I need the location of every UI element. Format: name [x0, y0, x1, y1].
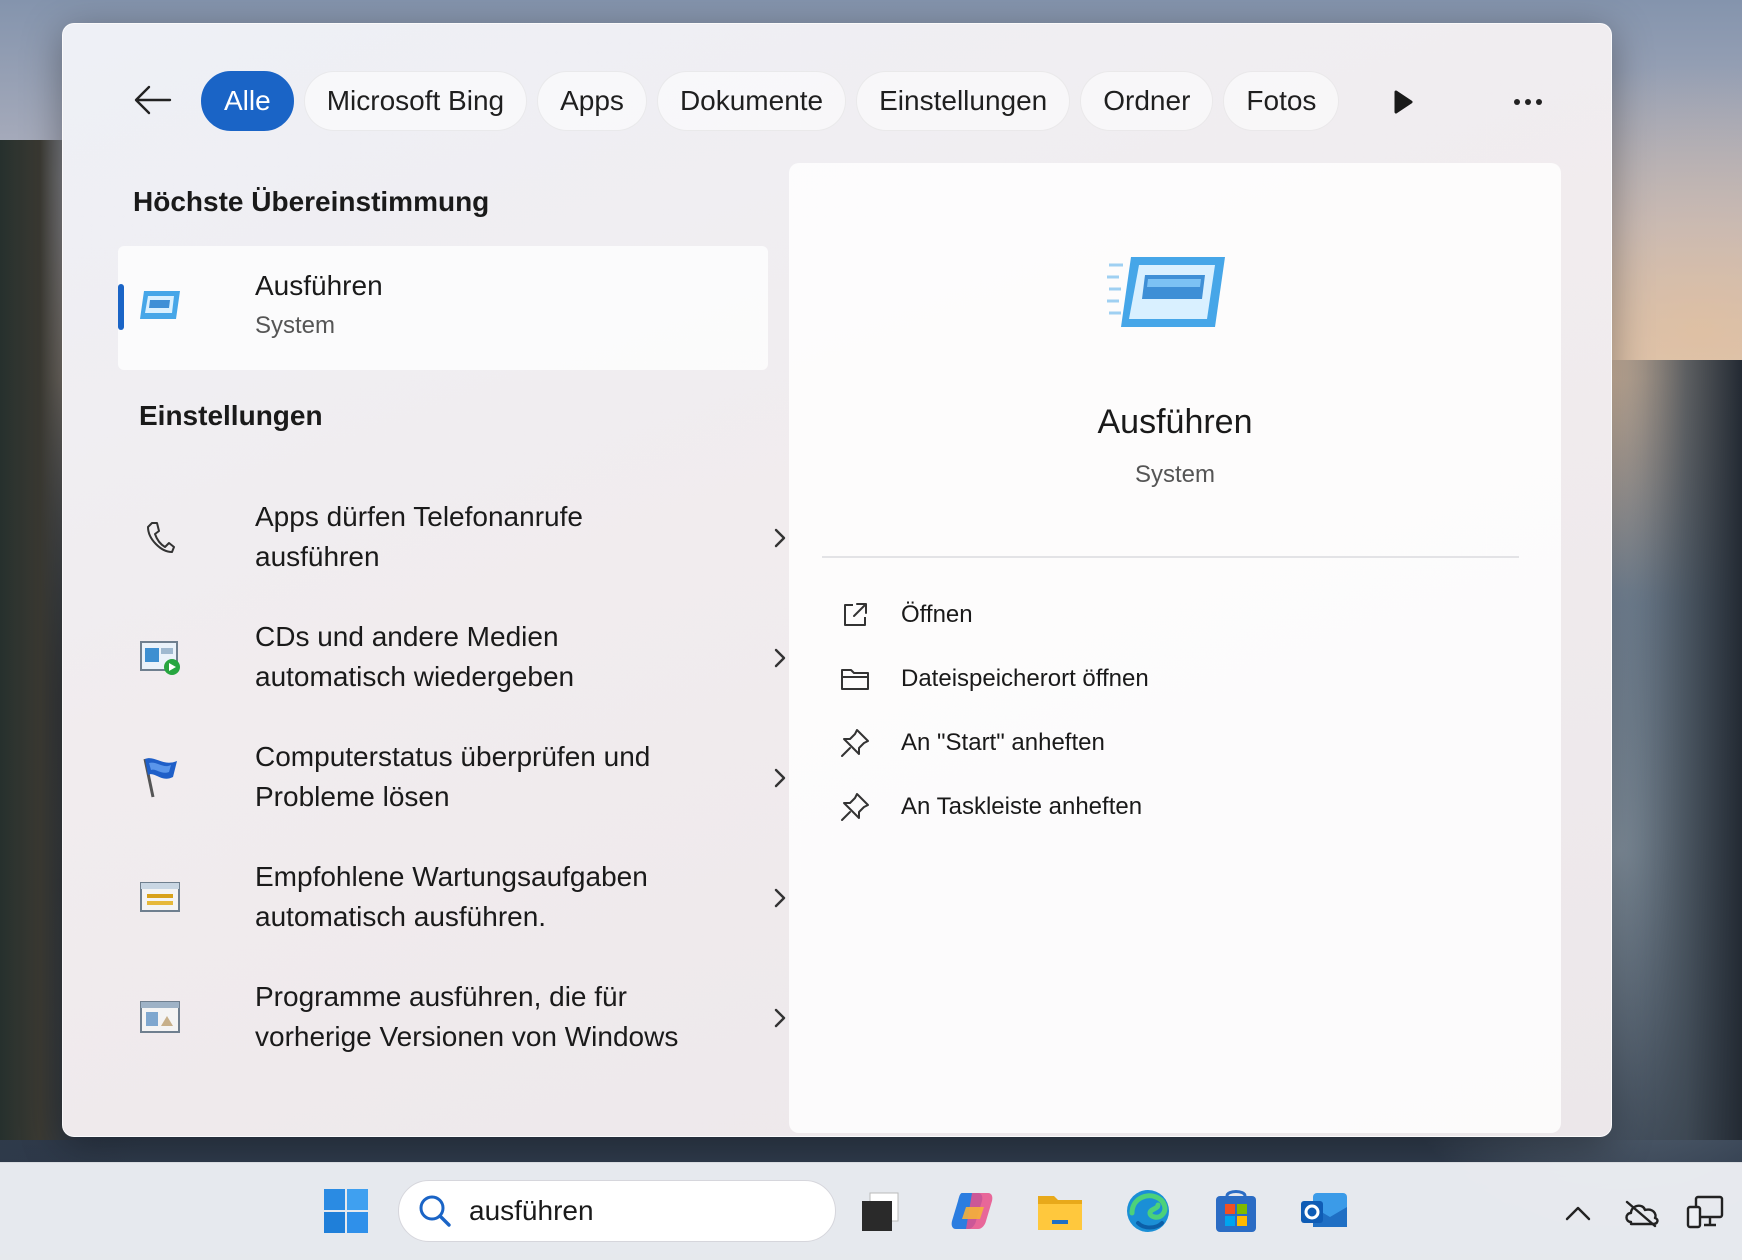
pin-to-start-label: An "Start" anheften [901, 729, 1105, 756]
settings-result-item[interactable]: CDs und andere Medien automatisch wieder… [118, 599, 798, 719]
filter-chip-apps[interactable]: Apps [537, 71, 647, 131]
pin-to-start-action[interactable]: An "Start" anheften [839, 711, 1439, 775]
run-dialog-icon [1107, 253, 1227, 338]
copilot-icon [951, 1193, 993, 1229]
settings-result-label: Apps dürfen Telefonanrufe ausführen [255, 501, 583, 572]
search-input[interactable] [469, 1195, 809, 1227]
play-arrow-icon [1394, 90, 1413, 114]
onedrive-status-button[interactable] [1620, 1191, 1664, 1235]
more-filters-button[interactable] [1385, 84, 1421, 120]
pin-to-taskbar-label: An Taskleiste anheften [901, 793, 1143, 820]
settings-result-label: CDs und andere Medien automatisch wieder… [255, 621, 575, 692]
detail-subtitle: System [1134, 461, 1215, 488]
folder-icon [839, 663, 871, 695]
filter-chip-fotos[interactable]: Fotos [1223, 71, 1340, 131]
onedrive-offline-icon [1625, 1200, 1659, 1228]
open-file-location-label: Dateispeicherort öffnen [901, 665, 1149, 692]
filter-chip-dokumente[interactable]: Dokumente [656, 71, 847, 131]
pin-to-taskbar-action[interactable]: An Taskleiste anheften [839, 775, 1439, 839]
file-explorer-button[interactable] [1030, 1181, 1090, 1241]
filter-chip-alle[interactable]: Alle [201, 71, 294, 131]
outlook-icon [1301, 1193, 1347, 1227]
edge-button[interactable] [1118, 1181, 1178, 1241]
outlook-button[interactable] [1294, 1181, 1354, 1241]
open-action[interactable]: Öffnen [839, 583, 1439, 647]
more-options-button[interactable] [1503, 84, 1553, 120]
back-arrow-icon [134, 85, 172, 115]
ellipsis-icon [1514, 99, 1542, 105]
selection-indicator [118, 284, 124, 330]
settings-result-label: Programme ausführen, die für vorherige V… [255, 981, 679, 1052]
pin-icon [839, 791, 871, 823]
back-button[interactable] [131, 78, 175, 122]
settings-heading: Einstellungen [139, 400, 323, 431]
store-button[interactable] [1206, 1181, 1266, 1241]
maintenance-icon [138, 875, 182, 919]
run-dialog-icon [138, 288, 182, 327]
best-match-title: Ausführen [255, 270, 383, 301]
edge-icon [1127, 1190, 1169, 1232]
security-flag-icon [138, 755, 182, 799]
settings-result-item[interactable]: Apps dürfen Telefonanrufe ausführen [118, 479, 798, 599]
settings-result-item[interactable]: Computerstatus überprüfen und Probleme l… [118, 719, 798, 839]
settings-results-list: Apps dürfen Telefonanrufe ausführen CDs … [118, 479, 798, 1079]
settings-result-item[interactable]: Empfohlene Wartungsaufgaben automatisch … [118, 839, 798, 959]
store-icon [1216, 1190, 1256, 1232]
detail-title: Ausführen [1097, 403, 1253, 441]
taskbar-search-box[interactable] [398, 1180, 836, 1242]
taskbar [0, 1162, 1742, 1260]
chevron-up-icon [1565, 1206, 1591, 1221]
windows-start-button[interactable] [316, 1181, 376, 1241]
settings-result-label: Empfohlene Wartungsaufgaben automatisch … [255, 861, 648, 932]
autoplay-icon [138, 635, 182, 679]
best-match-subtitle: System [255, 312, 336, 339]
open-action-label: Öffnen [901, 601, 973, 628]
task-view-icon [862, 1192, 899, 1231]
detail-pane: Ausführen System Öffnen Dateispeicherort… [789, 163, 1561, 1133]
settings-result-label: Computerstatus überprüfen und Probleme l… [255, 741, 651, 812]
windows-start-icon [324, 1189, 368, 1233]
compatibility-icon [138, 995, 182, 1039]
filter-bar: Alle Microsoft Bing Apps Dokumente Einst… [201, 71, 1340, 131]
detail-divider [822, 556, 1519, 558]
search-flyout: Alle Microsoft Bing Apps Dokumente Einst… [62, 23, 1612, 1137]
best-match-result[interactable]: Ausführen System [118, 246, 768, 370]
detail-actions: Öffnen Dateispeicherort öffnen An "Start… [839, 583, 1439, 839]
pin-icon [839, 727, 871, 759]
filter-chip-ordner[interactable]: Ordner [1080, 71, 1214, 131]
phone-icon [138, 515, 182, 559]
search-icon [415, 1191, 455, 1231]
show-hidden-icons-button[interactable] [1556, 1191, 1600, 1235]
task-view-button[interactable] [850, 1181, 910, 1241]
open-external-icon [839, 599, 871, 631]
file-explorer-icon [1038, 1196, 1082, 1230]
open-file-location-action[interactable]: Dateispeicherort öffnen [839, 647, 1439, 711]
best-match-heading: Höchste Übereinstimmung [133, 186, 490, 217]
filter-chip-einstellungen[interactable]: Einstellungen [856, 71, 1071, 131]
copilot-button[interactable] [942, 1181, 1002, 1241]
network-icon [1686, 1195, 1724, 1229]
filter-chip-microsoft-bing[interactable]: Microsoft Bing [303, 71, 528, 131]
settings-result-item[interactable]: Programme ausführen, die für vorherige V… [118, 959, 798, 1079]
wallpaper-rocks-right [1602, 360, 1742, 1140]
network-button[interactable] [1684, 1191, 1728, 1235]
